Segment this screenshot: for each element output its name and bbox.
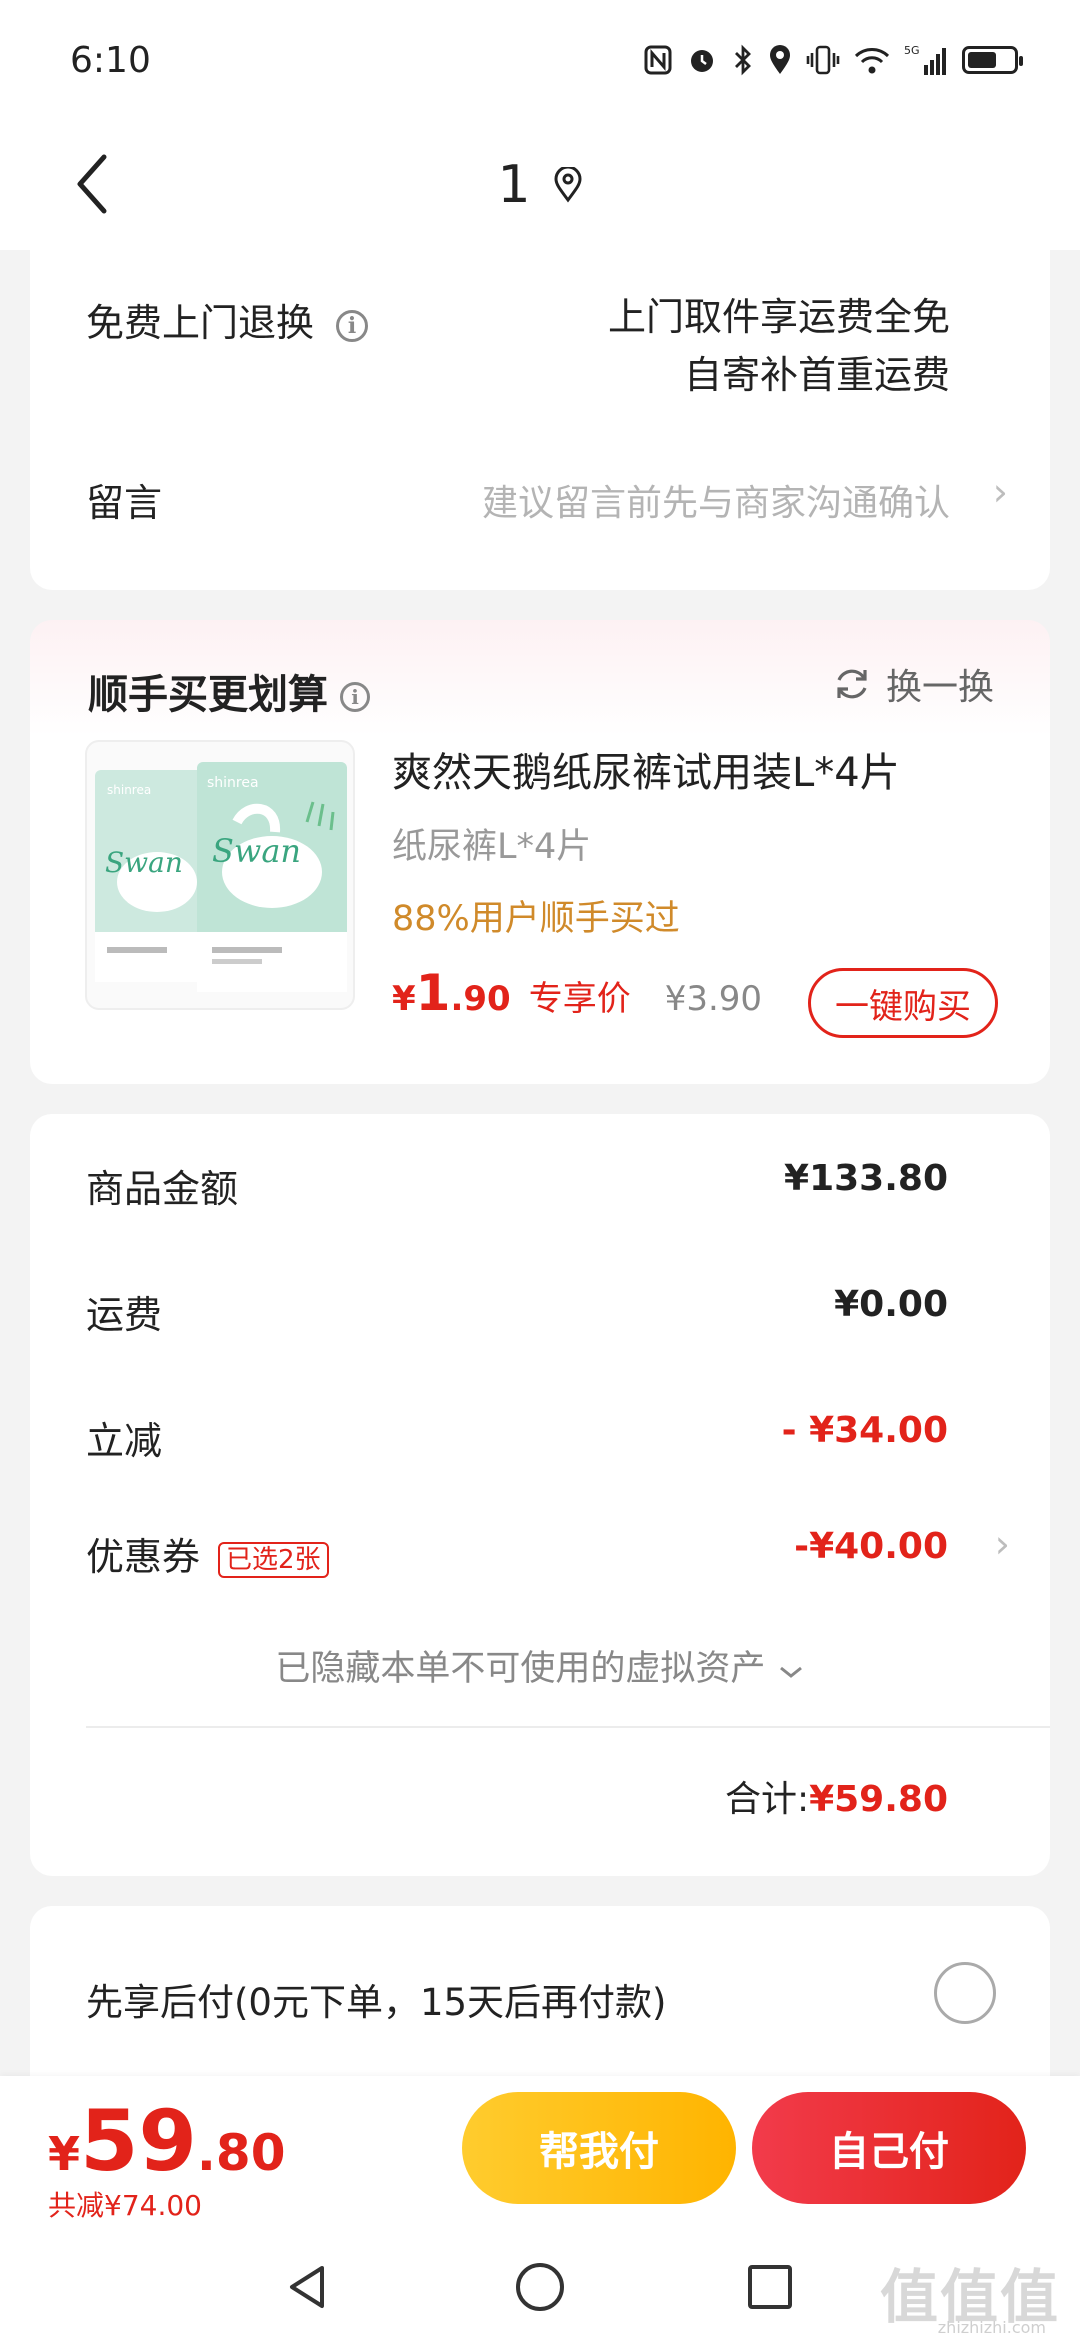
total-row: 合计: ¥59.80	[725, 1770, 948, 1822]
return-service-row: 免费上门退换 i	[86, 292, 369, 347]
upsell-card: 顺手买更划算 i 换一换 shinrea shinrea Swan Swan 爽然…	[30, 620, 1050, 1084]
checkout-symbol: ¥	[48, 2127, 81, 2181]
location-pin-icon	[554, 167, 582, 203]
svg-text:5G: 5G	[904, 44, 920, 57]
original-price: ¥3.90	[664, 979, 763, 1019]
order-summary-card: 商品金额 ¥133.80 运费 ¥0.00 立减 - ¥34.00 优惠券 已选2…	[30, 1114, 1050, 1876]
total-label: 合计:	[724, 1779, 810, 1820]
nav-title-text: 1	[497, 155, 531, 215]
help-pay-button[interactable]: 帮我付	[462, 2092, 736, 2204]
message-input[interactable]: 建议留言前先与商家沟通确认	[482, 474, 950, 526]
return-service-line2: 自寄补首重运费	[683, 353, 950, 397]
product-name[interactable]: 爽然天鹅纸尿裤试用装L*4片	[392, 740, 900, 798]
checkout-bar: ¥ 59 .80 共减¥74.00 帮我付 自己付	[0, 2076, 1080, 2230]
refresh-icon	[837, 669, 867, 699]
refresh-button[interactable]: 换一换	[832, 658, 994, 710]
upsell-title: 顺手买更划算 i	[88, 662, 370, 720]
system-back-button[interactable]	[274, 2252, 344, 2322]
nav-title[interactable]: 1	[497, 155, 582, 215]
goods-amount-value: ¥133.80	[784, 1158, 948, 1199]
nfc-icon	[644, 43, 672, 77]
pay-later-label: 先享后付(0元下单，15天后再付款)	[86, 1981, 667, 2024]
info-icon[interactable]: i	[340, 682, 370, 712]
return-service-detail: 上门取件享运费全免 自寄补首重运费	[608, 288, 950, 404]
one-click-buy-button[interactable]: 一键购买	[808, 968, 998, 1038]
divider	[86, 1726, 1050, 1728]
triangle-back-icon	[290, 2266, 324, 2308]
coupon-badge: 已选2张	[218, 1541, 329, 1578]
message-label: 留言	[86, 481, 163, 525]
back-button[interactable]	[52, 144, 132, 224]
total-value: ¥59.80	[809, 1779, 948, 1820]
social-proof: 88%用户顺手买过	[392, 899, 680, 939]
package-text: Swan	[212, 832, 301, 870]
battery-icon	[962, 46, 1023, 74]
pay-later-radio[interactable]	[934, 1962, 996, 2024]
info-icon[interactable]: i	[336, 309, 369, 342]
chevron-right-icon: ›	[992, 470, 1008, 514]
total-saved: 共减¥74.00	[48, 2189, 202, 2222]
self-pay-button[interactable]: 自己付	[752, 2092, 1026, 2204]
chevron-right-icon: ›	[994, 1522, 1010, 1566]
status-bar: 6:10 5G	[0, 0, 1080, 120]
location-icon	[768, 43, 792, 77]
circle-home-icon	[516, 2263, 564, 2311]
status-time: 6:10	[70, 39, 151, 81]
product-price: ¥ 1 .90 专享价 ¥3.90	[392, 964, 762, 1022]
package-text-back: Swan	[105, 846, 183, 879]
goods-amount-label: 商品金额	[86, 1167, 239, 1211]
hidden-assets-toggle[interactable]: 已隐藏本单不可使用的虚拟资产	[30, 1640, 1050, 1691]
signal-icon: 5G	[904, 43, 948, 77]
diaper-package-image: shinrea shinrea Swan Swan	[95, 762, 347, 992]
checkout-price-decimal: .80	[196, 2124, 286, 2182]
price-decimal: .90	[450, 979, 511, 1019]
checkout-total: ¥ 59 .80	[48, 2092, 286, 2190]
coupon-value[interactable]: -¥40.00	[794, 1526, 948, 1567]
coupon-label: 优惠券	[86, 1535, 201, 1579]
discount-label: 立减	[86, 1419, 163, 1463]
product-image[interactable]: shinrea shinrea Swan Swan	[85, 740, 355, 1010]
upsell-title-text: 顺手买更划算	[88, 672, 328, 718]
price-integer: 1	[415, 964, 451, 1022]
return-service-line1: 上门取件享运费全免	[607, 295, 950, 339]
hidden-assets-text: 已隐藏本单不可使用的虚拟资产	[275, 1649, 766, 1689]
shipping-value: ¥0.00	[834, 1284, 948, 1325]
package-brand: shinrea	[207, 775, 259, 791]
discount-value: - ¥34.00	[781, 1410, 948, 1451]
checkout-price-integer: 59	[80, 2092, 197, 2190]
shipping-label: 运费	[86, 1293, 163, 1337]
price-tag: 专享价	[528, 979, 631, 1019]
back-arrow-icon	[77, 154, 107, 214]
return-service-label: 免费上门退换	[86, 301, 315, 345]
square-recents-icon	[748, 2265, 792, 2309]
coupon-row[interactable]: 优惠券 已选2张	[86, 1526, 329, 1581]
chevron-down-icon	[779, 1666, 802, 1678]
system-home-button[interactable]	[505, 2252, 575, 2322]
nav-bar: 1	[0, 120, 1080, 250]
status-icons: 5G	[644, 43, 1023, 77]
system-recents-button[interactable]	[735, 2252, 805, 2322]
refresh-label: 换一换	[885, 667, 994, 708]
watermark-url: zhizhizhi.com	[937, 2318, 1046, 2337]
order-options-card: 免费上门退换 i 上门取件享运费全免 自寄补首重运费 留言 建议留言前先与商家沟通…	[30, 250, 1050, 590]
bluetooth-icon	[732, 43, 754, 77]
package-brand-back: shinrea	[107, 783, 151, 797]
price-symbol: ¥	[392, 979, 416, 1019]
product-spec: 纸尿裤L*4片	[392, 827, 592, 867]
vibrate-icon	[806, 43, 840, 77]
alarm-icon	[686, 43, 718, 77]
wifi-icon	[854, 43, 890, 77]
